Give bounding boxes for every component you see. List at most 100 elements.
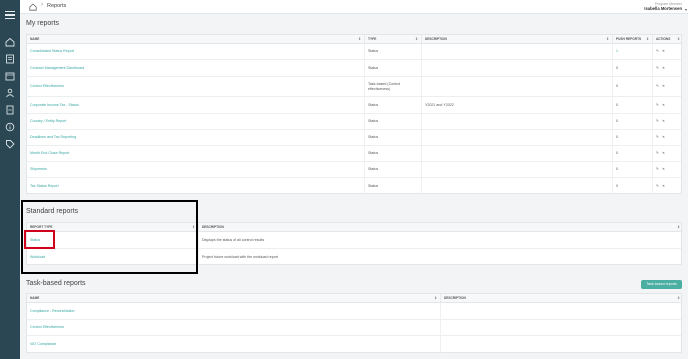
report-description <box>421 60 612 76</box>
user-name: Isabella Mortensen <box>644 6 682 11</box>
table-row: Control Effectiveness <box>27 320 681 336</box>
push-reports-count: 0 <box>612 162 652 177</box>
report-description <box>421 44 612 59</box>
push-reports-count[interactable]: 1 <box>612 44 652 59</box>
push-reports-count: 0 <box>612 178 652 194</box>
task-report-description <box>440 336 683 353</box>
sort-icon[interactable]: ⇕ <box>646 35 649 44</box>
calendar-icon[interactable] <box>5 71 15 81</box>
row-actions[interactable]: ✎ ✕ <box>652 146 683 161</box>
top-bar: › Reports Program Member Isabella Morten… <box>20 0 688 14</box>
push-reports-count: 0 <box>612 130 652 145</box>
row-actions[interactable]: ✎ ✕ <box>652 178 683 194</box>
sort-icon[interactable]: ⇕ <box>677 223 680 232</box>
col-name[interactable]: NAME ⇕ <box>27 35 364 44</box>
report-name-link[interactable]: Month End Close Report <box>27 146 364 161</box>
report-name-link[interactable]: Country / Entity Report <box>27 114 364 129</box>
report-description <box>421 114 612 129</box>
chevron-right-icon: › <box>41 2 43 8</box>
tag-icon[interactable] <box>5 139 15 149</box>
report-name-link[interactable]: Corporate Income Tax - Status <box>27 97 364 113</box>
row-actions[interactable]: ✎ ✕ <box>652 77 683 96</box>
task-report-link[interactable]: Control Effectiveness <box>27 320 440 335</box>
sort-icon[interactable]: ⇕ <box>358 35 361 44</box>
col-description[interactable]: DESCRIPTION ⇕ <box>421 35 612 44</box>
task-based-reports-button[interactable]: Task-based reports <box>641 280 682 289</box>
push-reports-count: 0 <box>612 114 652 129</box>
report-description <box>421 162 612 177</box>
report-type: Status <box>364 130 421 145</box>
table-row: VAT Compliance <box>27 336 681 353</box>
my-reports-table: NAME ⇕ TYPE ⇕ DESCRIPTION ⇕ PUSH REPORTS ⇕ A… <box>26 34 682 194</box>
report-name-link[interactable]: Control Effectiveness <box>27 77 364 96</box>
report-type: Status <box>364 162 421 177</box>
row-actions[interactable]: ✎ ✕ <box>652 44 683 59</box>
push-reports-count: 0 <box>612 60 652 76</box>
people-icon[interactable] <box>5 88 15 98</box>
table-row: Country / Entity Report Status 0 ✎ ✕ <box>27 114 681 130</box>
col-name[interactable]: NAME ⇕ <box>27 294 440 303</box>
sort-icon[interactable]: ⇕ <box>415 35 418 44</box>
row-actions[interactable]: ✎ ✕ <box>652 162 683 177</box>
push-reports-count: 0 <box>612 97 652 113</box>
list-icon[interactable] <box>5 54 15 64</box>
report-type: Status <box>364 146 421 161</box>
table-row: Deadlines and Tax Reporting Status 0 ✎ ✕ <box>27 130 681 146</box>
table-row: Month End Close Report Status 0 ✎ ✕ <box>27 146 681 162</box>
report-type: Status <box>364 44 421 59</box>
report-name-link[interactable]: Deadlines and Tax Reporting <box>27 130 364 145</box>
row-actions[interactable]: ✎ ✕ <box>652 60 683 76</box>
report-description: Y2021 and Y2022 <box>421 97 612 113</box>
table-row: Consolidated Status Report Status 1 ✎ ✕ <box>27 44 681 60</box>
col-type[interactable]: TYPE ⇕ <box>364 35 421 44</box>
task-report-description <box>440 320 683 335</box>
report-type: Status <box>364 97 421 113</box>
document-icon[interactable] <box>5 105 15 115</box>
standard-report-description: Project future workload with the workloa… <box>198 249 683 265</box>
push-reports-count: 0 <box>612 77 652 96</box>
sidebar <box>0 0 20 359</box>
task-based-reports-title: Task-based reports <box>26 280 86 287</box>
standard-report-description: Displays the status of all control resul… <box>198 232 683 248</box>
home-icon[interactable] <box>29 3 37 11</box>
chevron-down-icon[interactable]: ▾ <box>685 7 687 12</box>
report-type: Status <box>364 114 421 129</box>
status-report-highlight <box>24 230 55 249</box>
report-description <box>421 146 612 161</box>
task-report-link[interactable]: Compliance - Reconciliation <box>27 303 440 319</box>
sort-icon[interactable]: ⇕ <box>606 35 609 44</box>
col-push-reports[interactable]: PUSH REPORTS ⇕ <box>612 35 652 44</box>
report-description <box>421 77 612 96</box>
report-type: Task-based (Control effectiveness) <box>364 77 421 96</box>
menu-icon[interactable] <box>5 11 15 21</box>
info-icon[interactable] <box>5 122 15 132</box>
report-type: Status <box>364 178 421 194</box>
report-description <box>421 130 612 145</box>
my-reports-title: My reports <box>26 20 60 27</box>
row-actions[interactable]: ✎ ✕ <box>652 97 683 113</box>
task-report-link[interactable]: VAT Compliance <box>27 336 440 353</box>
col-actions[interactable]: ACTIONS ⇕ <box>652 35 683 44</box>
table-row: Tax Status Report Status 0 ✎ ✕ <box>27 178 681 194</box>
breadcrumb[interactable]: Reports <box>47 3 66 9</box>
table-row: Compliance - Reconciliation <box>27 303 681 320</box>
report-description <box>421 178 612 194</box>
sort-icon[interactable]: ⇕ <box>434 294 437 303</box>
table-header: NAME ⇕ DESCRIPTION ⇕ <box>27 294 681 303</box>
sort-icon[interactable]: ⇕ <box>677 35 680 44</box>
table-row: Shipments Status 0 ✎ ✕ <box>27 162 681 178</box>
col-description[interactable]: DESCRIPTION ⇕ <box>440 294 683 303</box>
report-name-link[interactable]: Consolidated Status Report <box>27 44 364 59</box>
home-icon[interactable] <box>5 37 15 47</box>
col-description[interactable]: DESCRIPTION ⇕ <box>198 223 683 232</box>
sort-icon[interactable]: ⇕ <box>677 294 680 303</box>
report-name-link[interactable]: Contract Management Dashboard <box>27 60 364 76</box>
report-name-link[interactable]: Shipments <box>27 162 364 177</box>
report-name-link[interactable]: Tax Status Report <box>27 178 364 194</box>
row-actions[interactable]: ✎ ✕ <box>652 114 683 129</box>
task-report-description <box>440 303 683 319</box>
user-menu[interactable]: Program Member Isabella Mortensen ▾ <box>612 2 687 12</box>
task-based-reports-table: NAME ⇕ DESCRIPTION ⇕ Compliance - Reconcil… <box>26 293 682 353</box>
table-row: Contract Management Dashboard Status 0 ✎… <box>27 60 681 77</box>
row-actions[interactable]: ✎ ✕ <box>652 130 683 145</box>
